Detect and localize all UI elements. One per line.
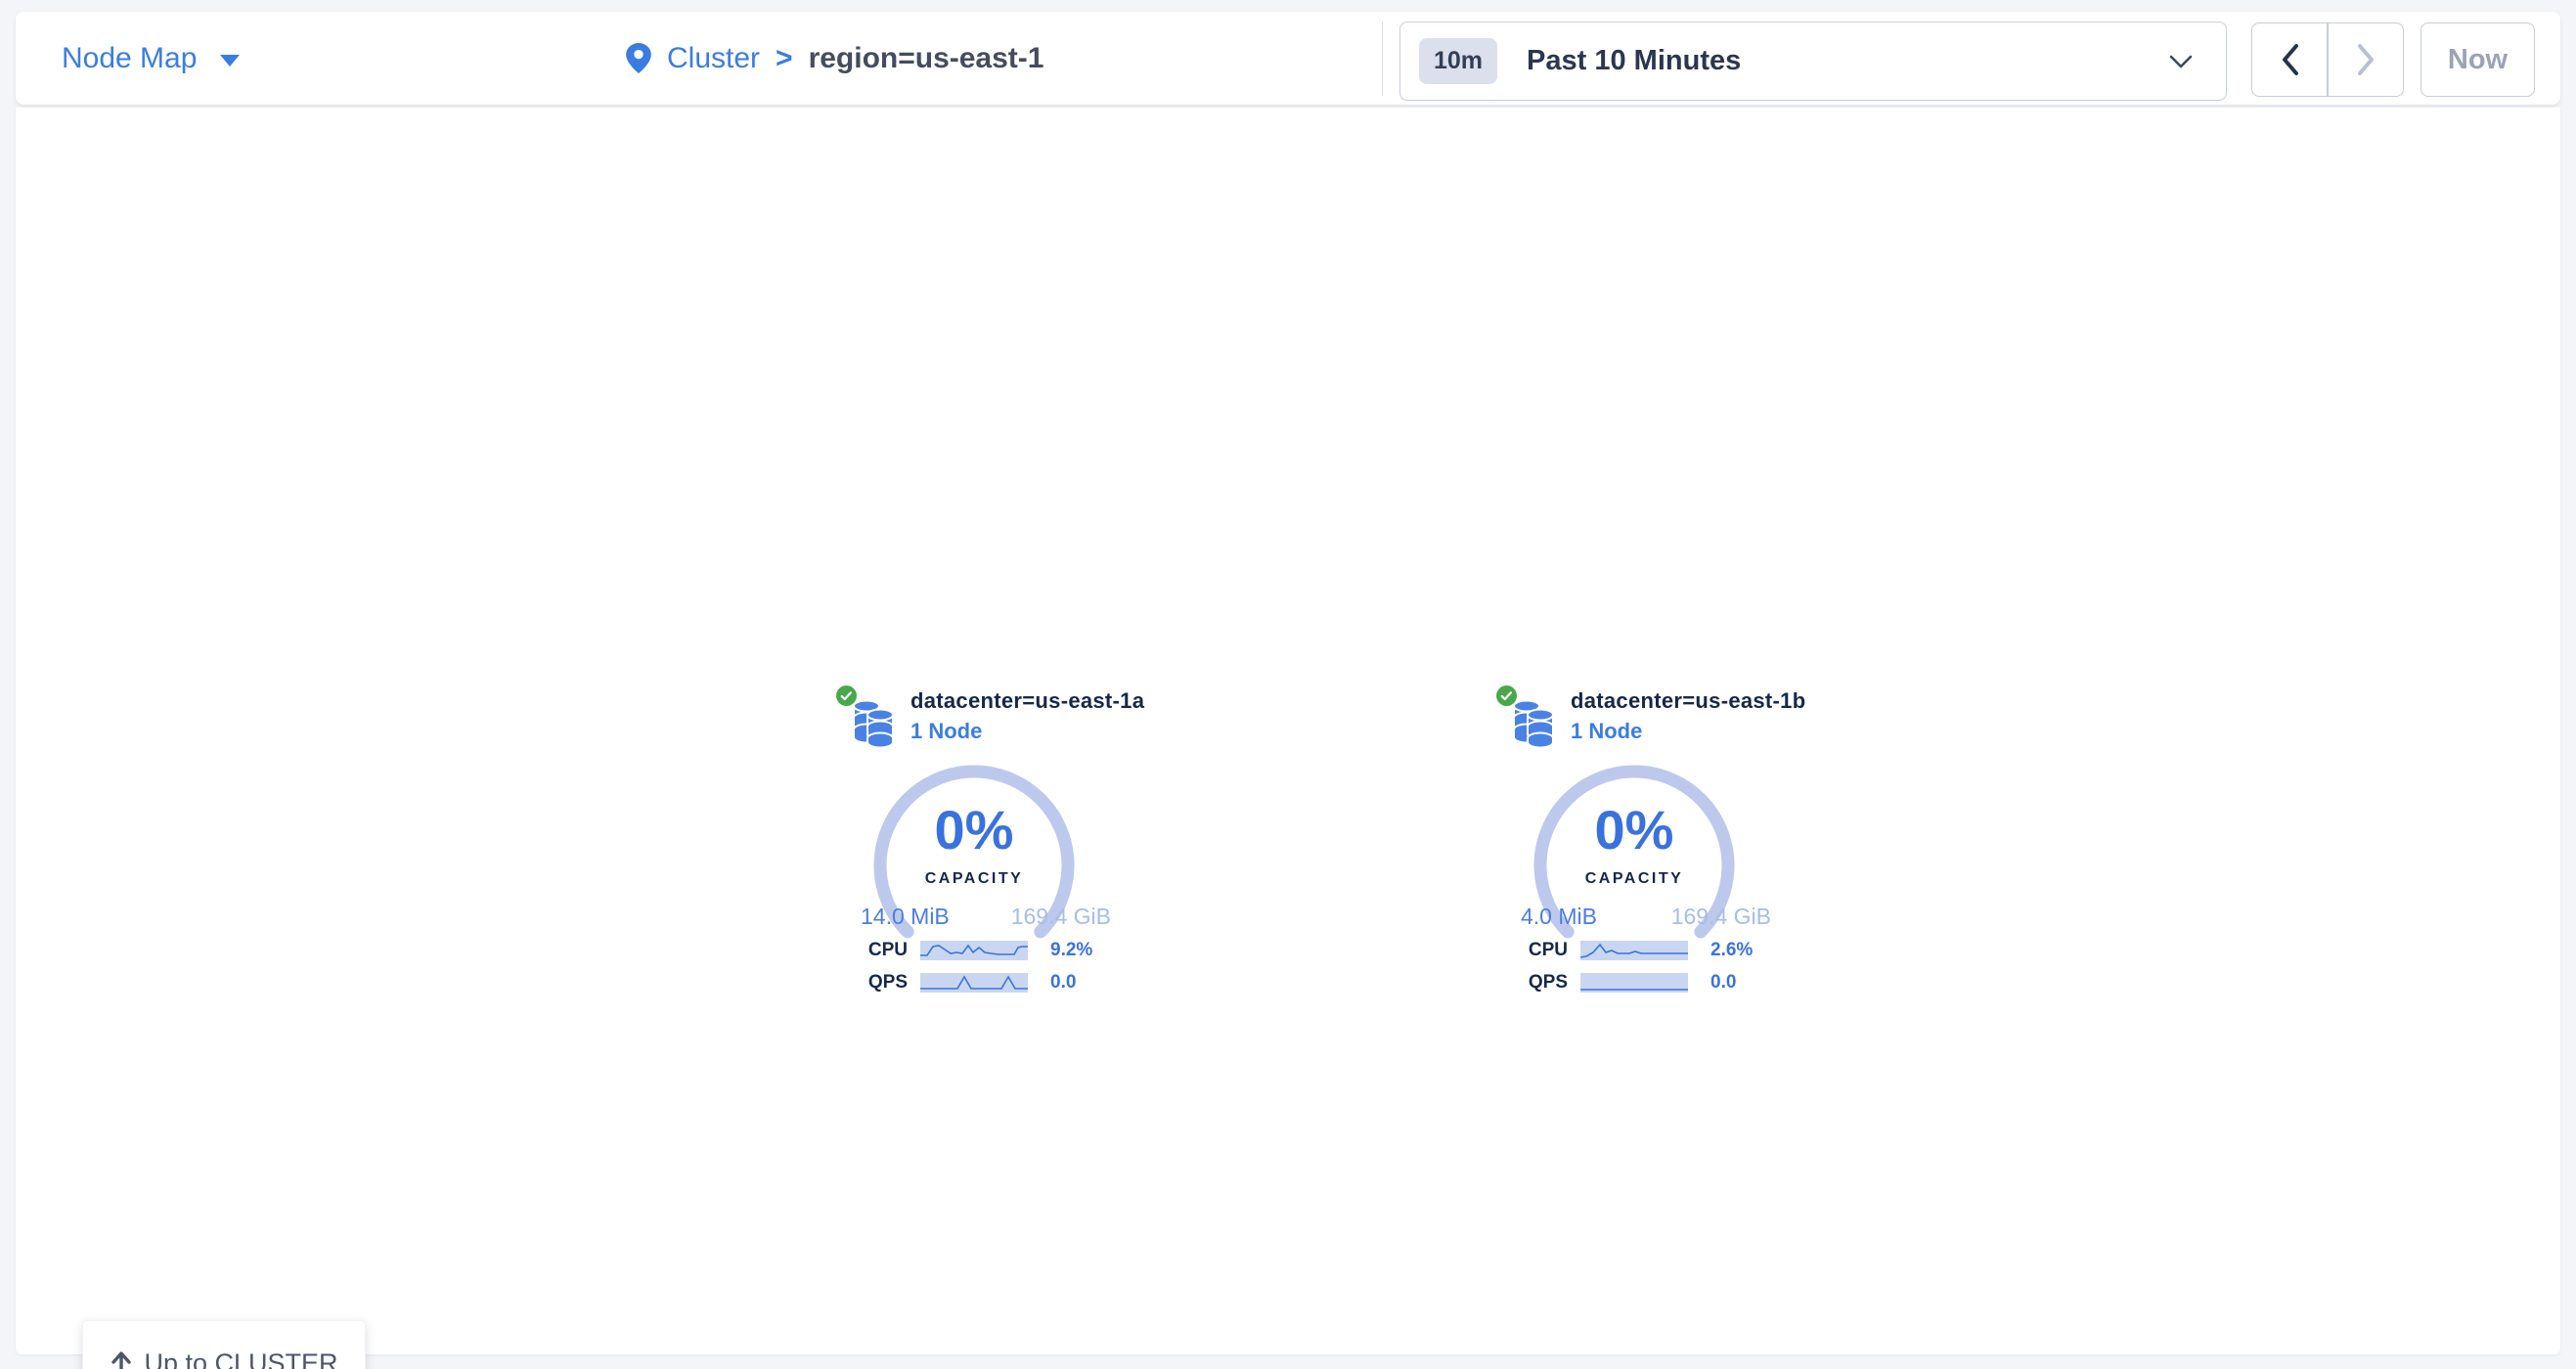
topbar: Node Map Cluster > region=us-east-1 10m … <box>16 12 2560 105</box>
capacity-percent: 0% <box>871 803 1077 858</box>
time-next-button[interactable] <box>2328 22 2404 97</box>
capacity-total: 169.4 GiB <box>1671 904 1771 930</box>
datacenter-icon <box>851 697 896 748</box>
view-selector-dropdown[interactable]: Node Map <box>62 12 240 105</box>
header-divider <box>1382 22 1383 96</box>
datacenter-node-count[interactable]: 1 Node <box>1571 719 1642 744</box>
datacenter-name: datacenter=us-east-1b <box>1571 688 1805 714</box>
qps-label: QPS <box>835 972 908 994</box>
view-selector-label: Node Map <box>62 42 197 75</box>
capacity-gauge-arc <box>871 763 1077 968</box>
datacenter-card[interactable]: datacenter=us-east-1b 1 Node 0% CAPACITY… <box>1495 680 1789 1012</box>
time-range-dropdown[interactable]: 10m Past 10 Minutes <box>1399 22 2227 101</box>
breadcrumb-cluster-link[interactable]: Cluster <box>667 42 760 75</box>
qps-sparkline <box>1580 973 1688 993</box>
up-to-cluster-label: Up to CLUSTER <box>144 1348 337 1369</box>
time-nav-group <box>2251 22 2404 97</box>
time-prev-button[interactable] <box>2251 22 2328 97</box>
capacity-percent: 0% <box>1532 803 1737 858</box>
datacenter-icon <box>1511 697 1556 748</box>
node-map-canvas: datacenter=us-east-1a 1 Node 0% CAPACITY… <box>16 108 2560 1354</box>
time-range-label: Past 10 Minutes <box>1527 45 1741 77</box>
qps-value: 0.0 <box>1710 972 1736 994</box>
capacity-total: 169.4 GiB <box>1011 904 1111 930</box>
up-to-cluster-button[interactable]: Up to CLUSTER <box>82 1320 366 1369</box>
time-now-button[interactable]: Now <box>2421 22 2535 97</box>
status-healthy-icon <box>836 685 857 706</box>
breadcrumb-current: region=us-east-1 <box>809 42 1044 75</box>
cpu-sparkline <box>1580 941 1688 960</box>
cpu-metric-row: CPU 2.6% <box>1495 940 1789 961</box>
status-healthy-icon <box>1496 685 1517 706</box>
cpu-value: 9.2% <box>1050 940 1092 961</box>
datacenter-card[interactable]: datacenter=us-east-1a 1 Node 0% CAPACITY… <box>835 680 1129 1012</box>
location-pin-icon <box>626 43 651 73</box>
chevron-right-icon <box>2358 44 2375 75</box>
qps-metric-row: QPS 0.0 <box>835 972 1129 994</box>
capacity-used: 14.0 MiB <box>861 904 950 930</box>
capacity-label: CAPACITY <box>1532 870 1737 888</box>
caret-down-icon <box>220 55 240 66</box>
qps-label: QPS <box>1495 972 1568 994</box>
qps-sparkline <box>920 973 1028 993</box>
capacity-used: 4.0 MiB <box>1521 904 1597 930</box>
time-range-badge: 10m <box>1419 38 1497 84</box>
qps-metric-row: QPS 0.0 <box>1495 972 1789 994</box>
datacenter-name: datacenter=us-east-1a <box>910 688 1144 714</box>
chevron-left-icon <box>2282 44 2298 75</box>
qps-value: 0.0 <box>1050 972 1076 994</box>
cpu-metric-row: CPU 9.2% <box>835 940 1129 961</box>
capacity-gauge-arc <box>1532 763 1737 968</box>
capacity-label: CAPACITY <box>871 870 1077 888</box>
cpu-value: 2.6% <box>1710 940 1753 961</box>
chevron-down-icon <box>2169 55 2193 68</box>
datacenter-node-count[interactable]: 1 Node <box>910 719 982 744</box>
cpu-label: CPU <box>835 940 908 961</box>
cpu-label: CPU <box>1495 940 1568 961</box>
breadcrumb: Cluster > region=us-east-1 <box>626 12 1044 105</box>
breadcrumb-separator: > <box>776 42 793 75</box>
arrow-up-icon <box>110 1350 133 1369</box>
cpu-sparkline <box>920 941 1028 960</box>
